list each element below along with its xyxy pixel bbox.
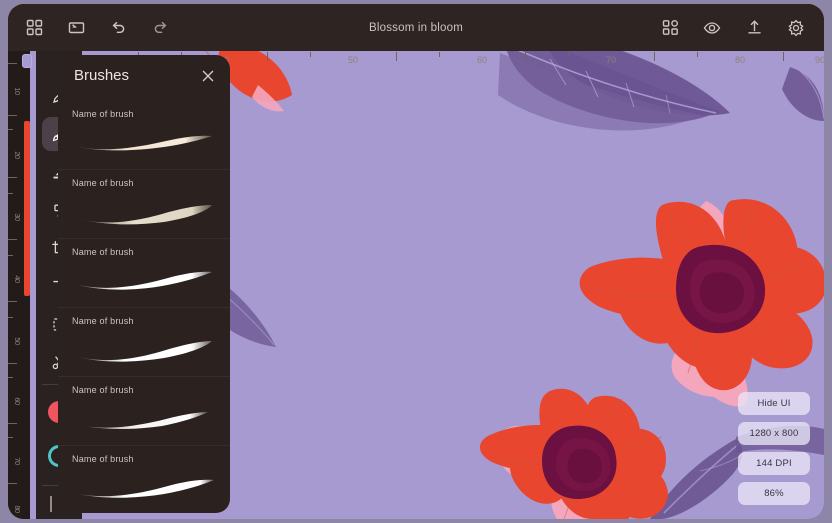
brush-name: Name of brush [72, 109, 134, 119]
list-item[interactable]: Name of brush [58, 239, 230, 308]
gear-icon[interactable] [786, 18, 806, 38]
canvas-size-button[interactable]: 1280 x 800 [738, 422, 810, 445]
ruler-left-label: 40 [13, 275, 22, 282]
top-toolbar: Blossom in bloom [8, 4, 824, 51]
zoom-button[interactable]: 86% [738, 482, 810, 505]
brush-stroke-preview [66, 468, 224, 508]
ruler-top-label: 70 [606, 55, 616, 65]
redo-icon[interactable] [150, 18, 170, 38]
brushes-panel-header: Brushes [58, 55, 230, 101]
layers-icon[interactable] [66, 18, 86, 38]
ruler-top-label: 90 [815, 55, 824, 65]
brush-stroke-preview [66, 261, 224, 301]
ruler-top-label: 60 [477, 55, 487, 65]
canvas-hud: Hide UI 1280 x 800 144 DPI 86% [738, 392, 810, 505]
ruler-left-label: 10 [13, 87, 22, 94]
brush-name: Name of brush [72, 247, 134, 257]
brush-stroke-preview [66, 330, 224, 370]
list-item[interactable]: Name of brush [58, 170, 230, 239]
brush-name: Name of brush [72, 454, 134, 464]
top-toolbar-right-group [660, 18, 806, 38]
layer-position-indicator[interactable] [24, 121, 30, 296]
close-icon[interactable] [200, 68, 216, 84]
ruler-left-label: 30 [13, 213, 22, 220]
panel-title: Brushes [74, 67, 129, 84]
apps-icon[interactable] [660, 18, 680, 38]
list-item[interactable]: Name of brush [58, 101, 230, 170]
canvas-origin-marker [22, 54, 32, 68]
canvas-area[interactable]: 30 40 50 60 70 80 90 [8, 51, 824, 519]
ruler-left-label: 50 [13, 337, 22, 344]
share-icon[interactable] [744, 18, 764, 38]
brush-stroke-preview [66, 192, 224, 232]
brush-name: Name of brush [72, 316, 134, 326]
eye-icon[interactable] [702, 18, 722, 38]
brush-stroke-preview [66, 399, 224, 439]
device-frame: Blossom in bloom [8, 4, 824, 519]
top-toolbar-left-group [24, 18, 170, 38]
dpi-button[interactable]: 144 DPI [738, 452, 810, 475]
ruler-left-label: 60 [13, 397, 22, 404]
list-item[interactable]: Name of brush [58, 308, 230, 377]
undo-icon[interactable] [108, 18, 128, 38]
ruler-top-label: 80 [735, 55, 745, 65]
list-item[interactable]: Name of brush [58, 377, 230, 446]
brush-list: Name of brush [58, 101, 230, 513]
brushes-panel: Brushes Name of brush [58, 55, 230, 513]
brush-stroke-preview [66, 123, 224, 163]
brush-name: Name of brush [72, 178, 134, 188]
list-item[interactable]: Name of brush [58, 446, 230, 513]
app-root: Blossom in bloom [0, 0, 832, 523]
ruler-left-label: 20 [13, 151, 22, 158]
ruler-left-label: 80 [13, 505, 22, 512]
grid-icon[interactable] [24, 18, 44, 38]
brush-name: Name of brush [72, 385, 134, 395]
ruler-top-label: 50 [348, 55, 358, 65]
hide-ui-button[interactable]: Hide UI [738, 392, 810, 415]
ruler-left-label: 70 [13, 457, 22, 464]
